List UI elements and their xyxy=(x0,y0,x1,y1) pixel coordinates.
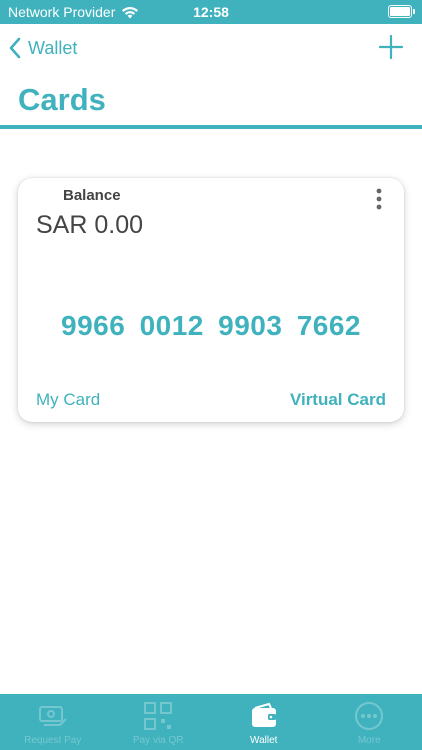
battery-icon xyxy=(388,5,415,18)
balance-value: SAR 0.00 xyxy=(36,211,144,239)
wallet-icon xyxy=(251,702,276,727)
page-title: Cards xyxy=(18,82,106,117)
nav-bar: Wallet xyxy=(0,24,422,72)
qr-code-icon xyxy=(144,702,173,730)
tab-more[interactable]: More xyxy=(317,694,422,750)
add-card-button[interactable] xyxy=(378,34,404,60)
tab-label: More xyxy=(357,735,381,746)
status-time: 12:58 xyxy=(193,4,229,20)
send-money-icon xyxy=(38,706,67,726)
card-number: 9966 0012 9903 7662 xyxy=(61,310,361,341)
tab-request-pay[interactable]: Request Pay xyxy=(0,694,106,750)
tab-pay-qr[interactable]: Pay via QR xyxy=(106,694,212,750)
tab-label: Pay via QR xyxy=(132,735,184,746)
card-name: My Card xyxy=(36,390,101,409)
card-type: Virtual Card xyxy=(289,390,386,409)
card-options-icon[interactable] xyxy=(374,188,384,210)
balance-label: Balance xyxy=(63,187,121,204)
chevron-left-icon xyxy=(9,37,21,59)
tab-label: Wallet xyxy=(250,735,278,746)
back-button[interactable]: Wallet xyxy=(8,34,77,62)
tab-label: Request Pay xyxy=(24,735,82,746)
tab-wallet[interactable]: Wallet xyxy=(211,694,317,750)
title-divider xyxy=(0,125,422,129)
tab-bar: Request Pay Pay via QR Wallet More xyxy=(0,694,422,750)
wallet-card[interactable]: Balance SAR 0.00 9966 0012 9903 7662 My … xyxy=(18,178,404,422)
back-button-label: Wallet xyxy=(28,37,78,58)
status-bar: Network Provider 12:58 xyxy=(0,0,422,24)
more-icon xyxy=(355,702,384,730)
